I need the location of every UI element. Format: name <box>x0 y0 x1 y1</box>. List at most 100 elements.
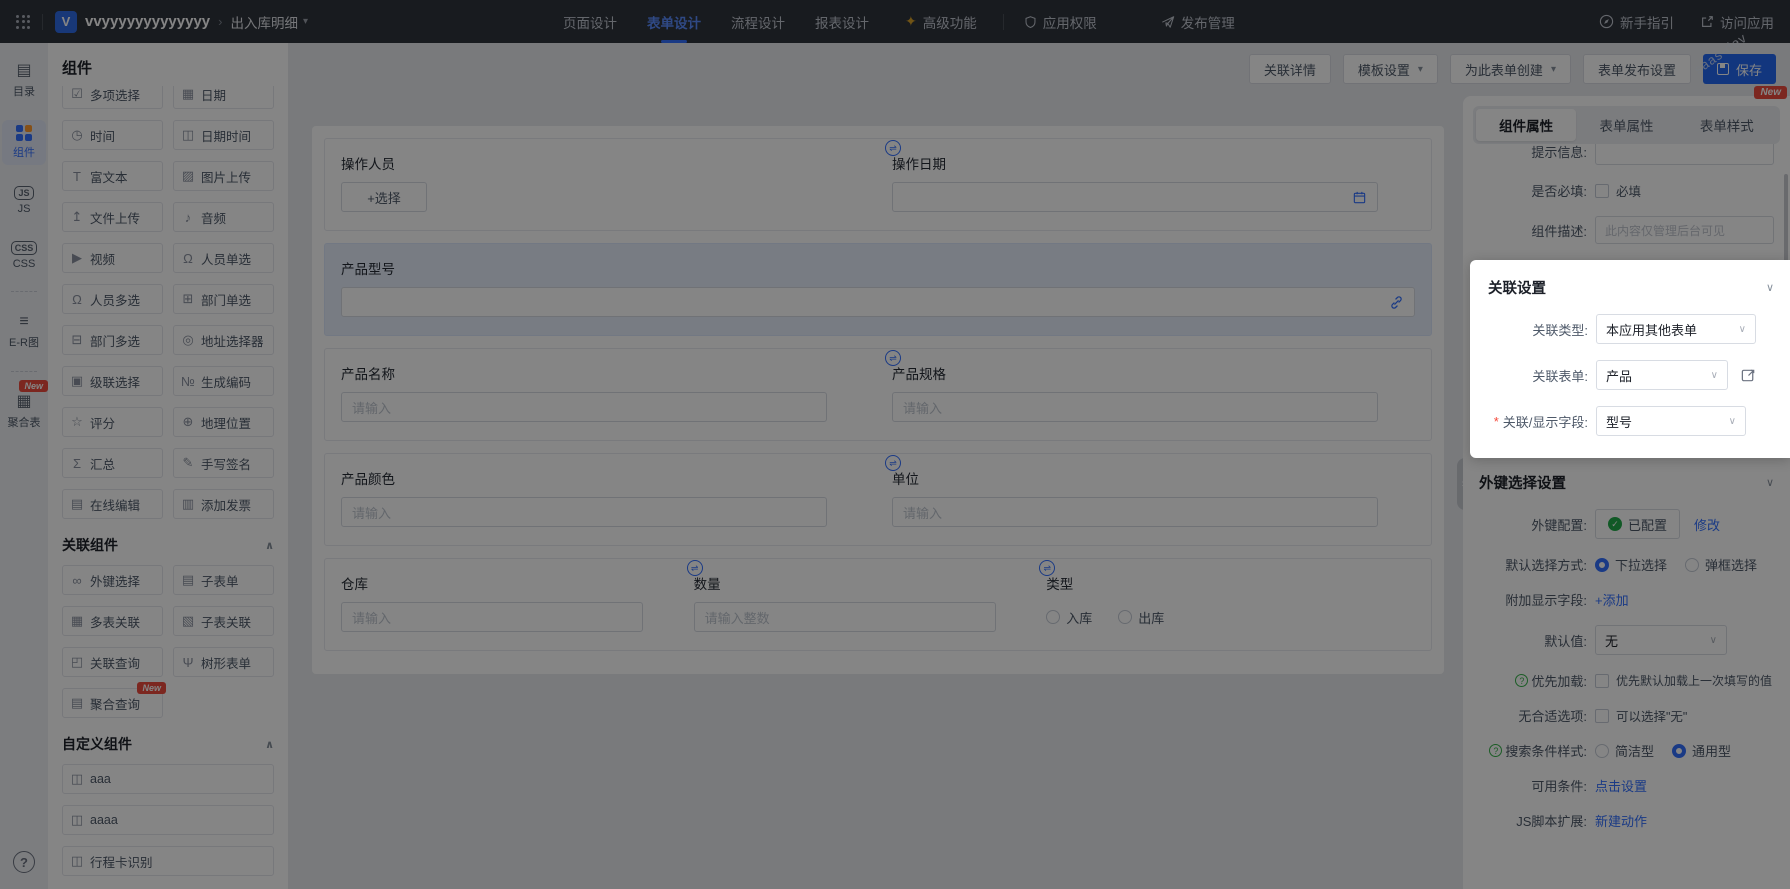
chevron-up-icon[interactable]: ∧ <box>265 539 274 552</box>
properties-tab[interactable]: 组件属性 <box>1476 109 1577 141</box>
default-value-select[interactable]: 无 ∨ <box>1595 625 1727 655</box>
component-item[interactable]: Ω 人员单选 <box>173 243 274 273</box>
component-item[interactable]: ◫ 行程卡识别 <box>62 846 274 876</box>
menu-permission[interactable]: 应用权限 <box>1024 12 1097 32</box>
field-type[interactable]: ⇌ 类型 入库 出库 <box>1032 560 1429 632</box>
component-item[interactable]: ▨ 图片上传 <box>173 161 274 191</box>
app-logo[interactable]: V <box>55 10 77 33</box>
component-item[interactable]: ✎ 手写签名 <box>173 448 274 478</box>
field-unit[interactable]: ⇌ 单位 请输入 <box>878 455 1429 527</box>
component-item[interactable]: ◫ aaaa <box>62 805 274 835</box>
component-item[interactable]: ◷ 时间 <box>62 120 163 150</box>
field-row[interactable]: 产品名称 请输入 ⇌ 产品规格 请输入 <box>324 348 1432 441</box>
field-product-color[interactable]: 产品颜色 请输入 <box>327 468 878 527</box>
chevron-down-icon[interactable]: ∨ <box>1766 476 1774 489</box>
component-item[interactable]: ◎ 地址选择器 <box>173 325 274 355</box>
component-item[interactable]: ▦ 多表关联 <box>62 606 163 636</box>
rail-item-aggregate-table[interactable]: New ▦ 聚合表 <box>2 380 48 435</box>
new-action-link[interactable]: 新建动作 <box>1595 811 1647 830</box>
relation-detail-button[interactable]: 关联详情 <box>1248 54 1331 84</box>
field-warehouse[interactable]: 仓库 请输入 <box>327 573 680 632</box>
topbar-tab[interactable]: 报表设计 <box>815 0 869 43</box>
help-button[interactable]: ? <box>13 851 35 873</box>
breadcrumb-page[interactable]: 出入库明细 <box>230 12 298 32</box>
text-input[interactable]: 请输入 <box>341 602 643 632</box>
field-row[interactable]: 产品颜色 请输入 ⇌ 单位 请输入 <box>324 453 1432 546</box>
caret-down-icon[interactable]: ▾ <box>303 16 308 27</box>
radio-dropdown-select[interactable]: 下拉选择 <box>1595 555 1667 574</box>
select-person-button[interactable]: +选择 <box>341 182 427 212</box>
component-item[interactable]: ▤ 在线编辑 <box>62 489 163 519</box>
component-item[interactable]: ♪ 音频 <box>173 202 274 232</box>
properties-tab[interactable]: 表单样式 <box>1677 109 1777 141</box>
rail-item-js[interactable]: JS JS <box>2 181 46 220</box>
open-form-icon[interactable] <box>1740 367 1757 384</box>
component-item[interactable]: ▶ 视频 <box>62 243 163 273</box>
menu-advanced[interactable]: ✦ 高级功能 <box>905 12 977 32</box>
component-item[interactable]: ▥ 添加发票 <box>173 489 274 519</box>
component-item[interactable]: ☆ 评分 <box>62 407 163 437</box>
field-product-name[interactable]: 产品名称 请输入 <box>327 363 878 422</box>
text-input[interactable]: 请输入 <box>341 392 828 422</box>
chevron-up-icon[interactable]: ∧ <box>265 738 274 751</box>
rail-item-er-diagram[interactable]: ≡ E-R图 <box>2 308 46 355</box>
field-operator[interactable]: 操作人员 +选择 <box>327 153 878 212</box>
date-input[interactable] <box>892 182 1379 212</box>
product-model-input[interactable] <box>341 287 1415 317</box>
properties-tab[interactable]: 表单属性 <box>1576 109 1676 141</box>
text-input[interactable]: 请输入 <box>892 497 1379 527</box>
component-item[interactable]: ▤ 聚合查询 New <box>62 682 166 718</box>
component-item[interactable]: ▤ 子表单 <box>173 565 274 595</box>
fk-configured-button[interactable]: ✓ 已配置 <box>1595 509 1681 539</box>
menu-publish[interactable]: 发布管理 <box>1161 12 1235 32</box>
component-item[interactable]: ⊕ 地理位置 <box>173 407 274 437</box>
radio-modal-select[interactable]: 弹框选择 <box>1685 555 1757 574</box>
app-grid-icon[interactable] <box>16 14 30 29</box>
number-input[interactable]: 请输入整数 <box>693 602 996 632</box>
rail-item-components[interactable]: 组件 <box>2 120 46 165</box>
hint-input[interactable] <box>1595 144 1774 165</box>
create-for-form-button[interactable]: 为此表单创建 ▾ <box>1449 54 1571 84</box>
condition-set-link[interactable]: 点击设置 <box>1595 776 1647 795</box>
component-item[interactable]: Ω 人员多选 <box>62 284 163 314</box>
component-item[interactable]: № 生成编码 <box>173 366 274 396</box>
link-form-select[interactable]: 产品 ∨ <box>1596 360 1728 390</box>
link-type-select[interactable]: 本应用其他表单 ∨ <box>1596 314 1756 344</box>
rail-item-catalog[interactable]: ▤ 目录 <box>2 57 46 104</box>
required-checkbox[interactable] <box>1595 183 1609 198</box>
component-item[interactable]: ◫ aaa <box>62 764 274 794</box>
radio-outbound[interactable]: 出库 <box>1118 608 1164 627</box>
component-item[interactable]: ↥ 文件上传 <box>62 202 163 232</box>
component-item[interactable]: ⊞ 部门单选 <box>173 284 274 314</box>
preload-checkbox[interactable] <box>1595 673 1609 688</box>
topbar-tab[interactable]: 流程设计 <box>731 0 785 43</box>
component-item[interactable]: Σ 汇总 <box>62 448 163 478</box>
field-product-model-selected[interactable]: 产品型号 <box>324 243 1432 336</box>
guide-button[interactable]: 新手指引 <box>1599 12 1674 32</box>
topbar-tab[interactable]: 表单设计 <box>647 0 701 43</box>
form-publish-settings-button[interactable]: 表单发布设置 <box>1582 54 1691 84</box>
component-item[interactable]: Ψ 树形表单 <box>173 647 274 677</box>
field-product-spec[interactable]: ⇌ 产品规格 请输入 <box>878 350 1429 422</box>
description-input[interactable]: 此内容仅管理后台可见 <box>1595 216 1774 244</box>
field-operate-date[interactable]: ⇌ 操作日期 <box>878 140 1429 212</box>
text-input[interactable]: 请输入 <box>341 497 828 527</box>
field-row[interactable]: 仓库 请输入 ⇌ 数量 请输入整数 ⇌ 类型 入库 出库 <box>324 558 1432 651</box>
component-item[interactable]: ▣ 级联选择 <box>62 366 163 396</box>
component-item[interactable]: T 富文本 <box>62 161 163 191</box>
visit-app-button[interactable]: 访问应用 <box>1700 12 1774 32</box>
topbar-tab[interactable]: 页面设计 <box>563 0 617 43</box>
text-input[interactable]: 请输入 <box>892 392 1379 422</box>
component-item[interactable]: ◫ 日期时间 <box>173 120 274 150</box>
radio-inbound[interactable]: 入库 <box>1046 608 1092 627</box>
link-field-select[interactable]: 型号 ∨ <box>1596 406 1746 436</box>
help-circle-icon[interactable]: ? <box>1515 674 1529 687</box>
help-circle-icon[interactable]: ? <box>1489 744 1503 757</box>
template-settings-button[interactable]: 模板设置 ▾ <box>1342 54 1438 84</box>
component-item[interactable]: ∞ 外键选择 <box>62 565 163 595</box>
chevron-down-icon[interactable]: ∨ <box>1766 281 1774 294</box>
save-button[interactable]: 保存 <box>1702 54 1776 84</box>
no-option-checkbox[interactable] <box>1595 708 1609 723</box>
field-row[interactable]: 操作人员 +选择 ⇌ 操作日期 <box>324 138 1432 231</box>
add-extra-field-link[interactable]: +添加 <box>1595 590 1629 609</box>
